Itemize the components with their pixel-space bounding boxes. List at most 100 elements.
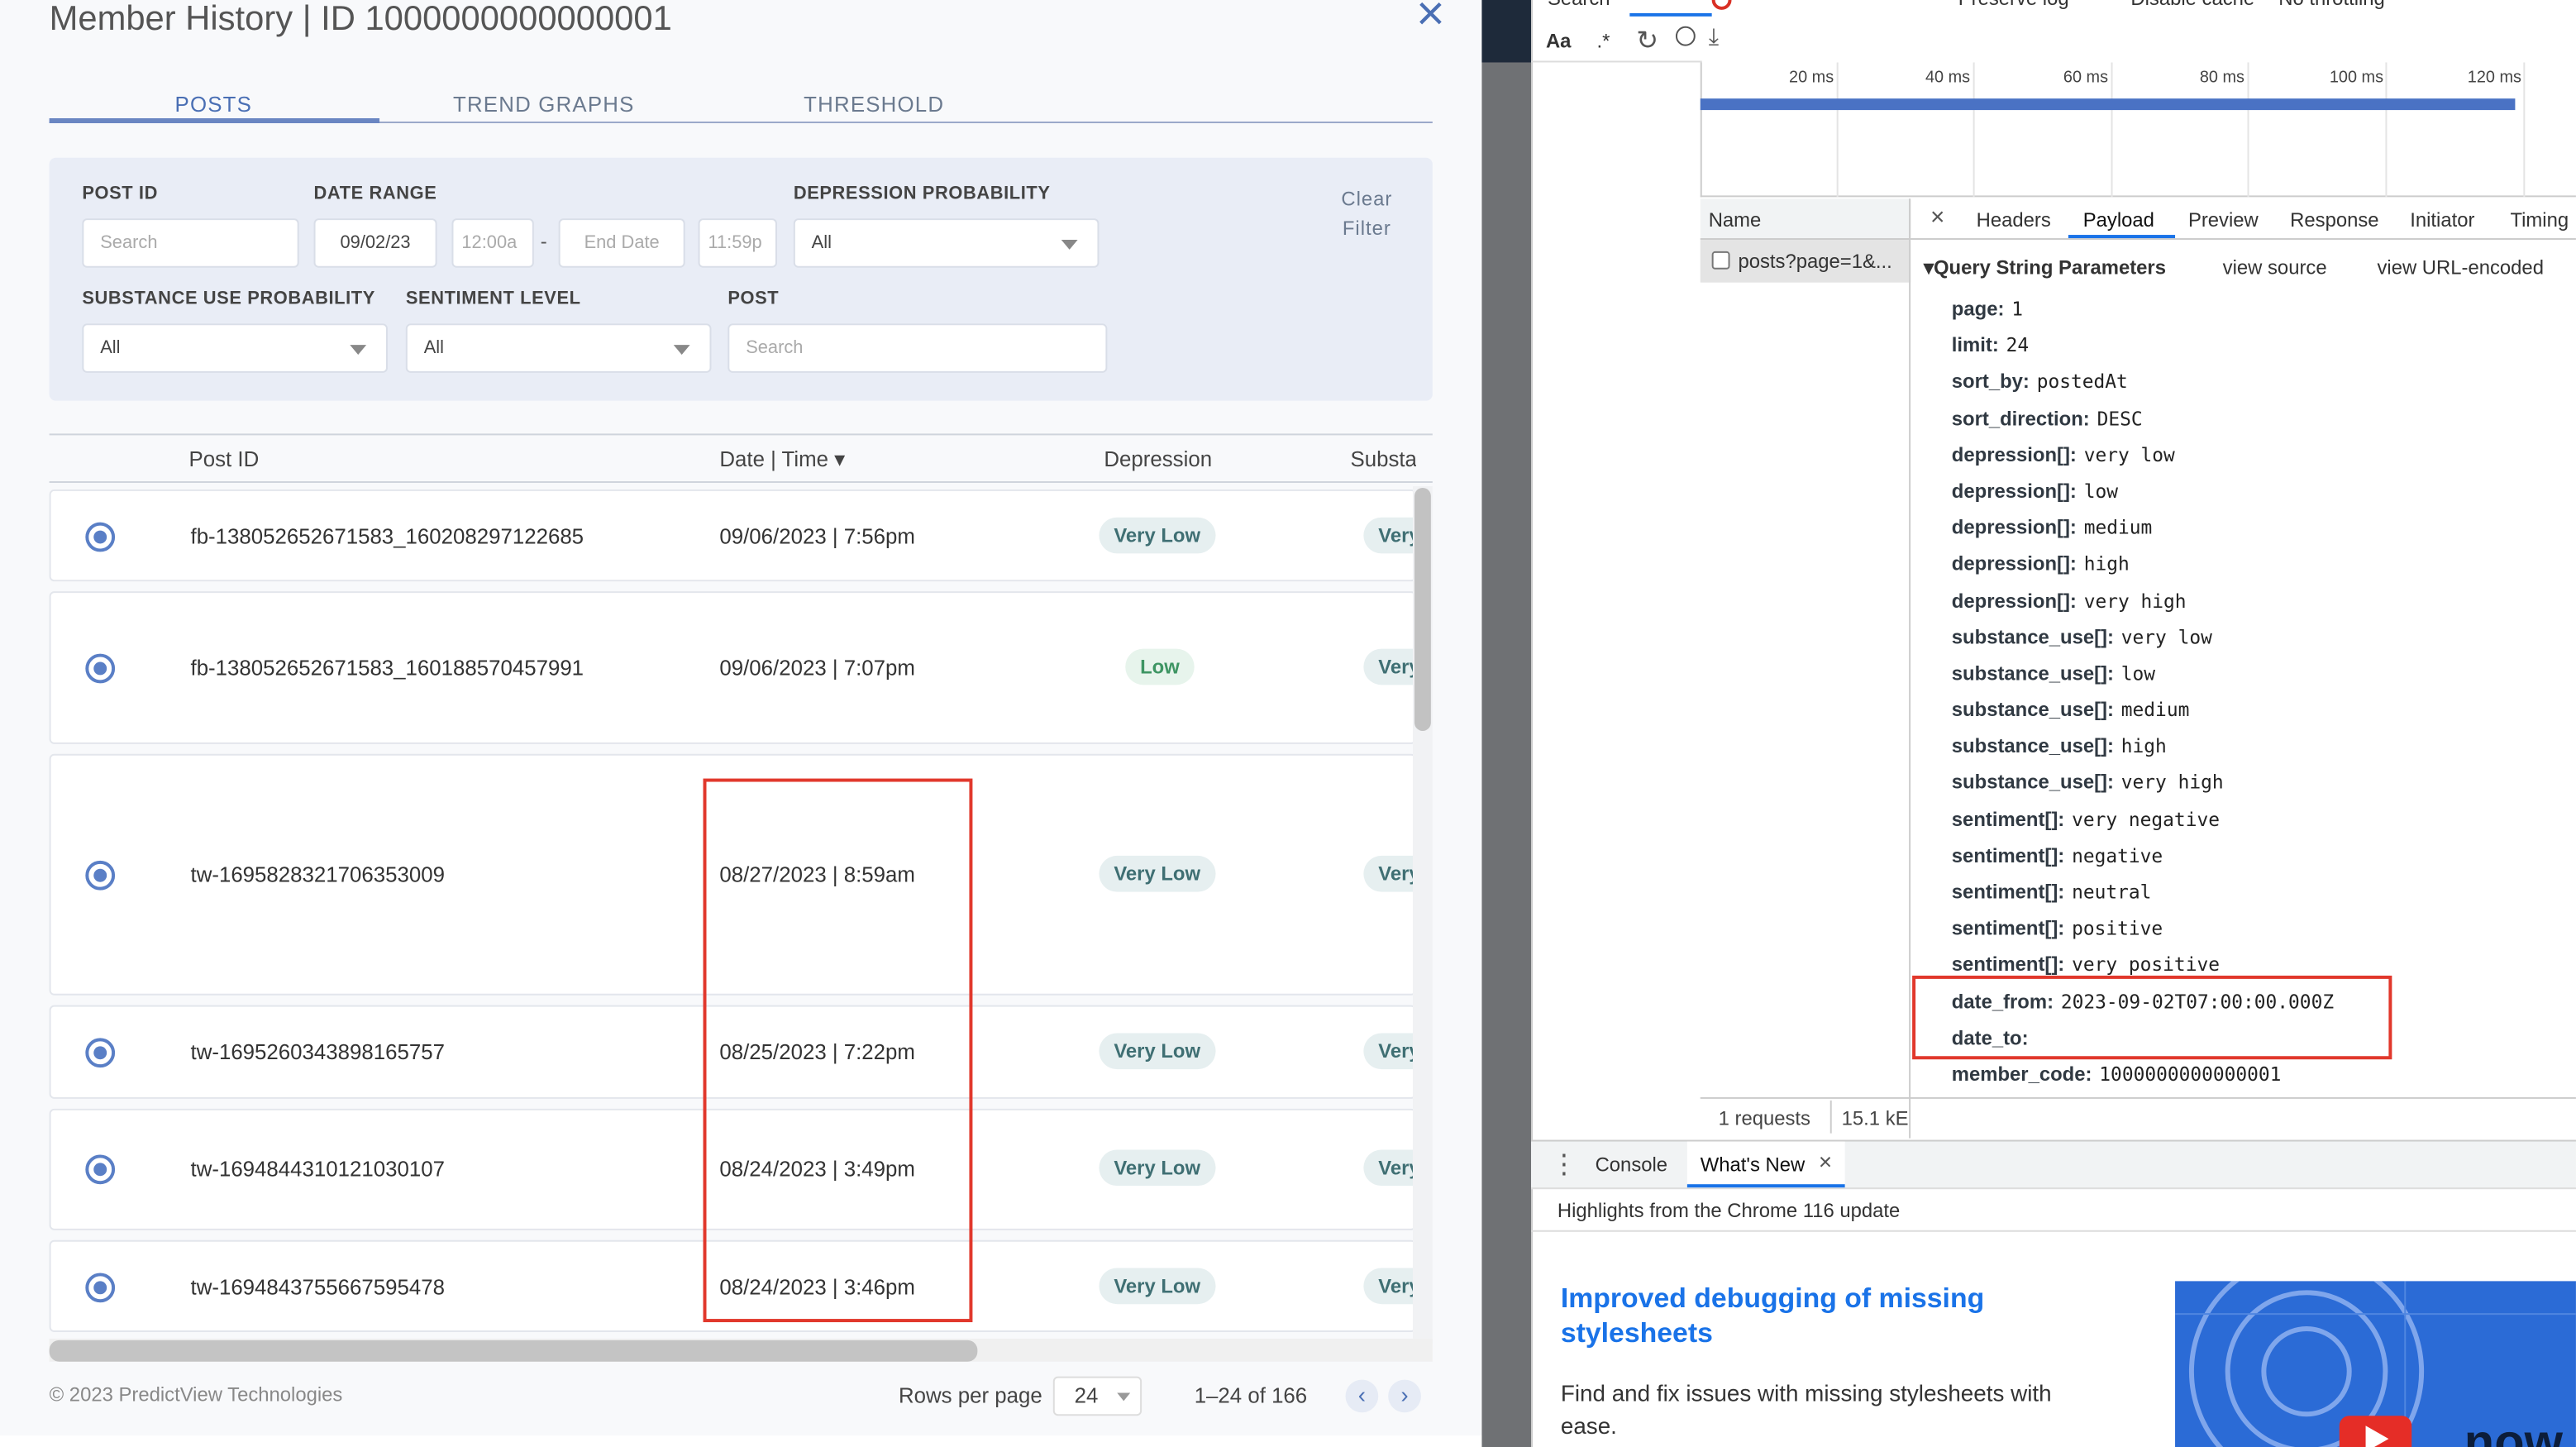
post-id-cell: fb-138052652671583_160188570457991 [190,655,584,681]
next-page-icon[interactable]: › [1388,1379,1421,1413]
param-row: sentiment[]: very negative [1952,805,2576,841]
param-key: substance_use[]: [1951,625,2114,649]
param-key: substance_use[]: [1951,698,2114,722]
throttling-select[interactable]: No throttling [2278,0,2385,10]
tab-whats-new[interactable]: What's New [1701,1153,1805,1176]
param-row: depression[]: low [1952,476,2576,513]
substance-badge: Very [1363,648,1414,685]
chevron-down-icon [350,345,367,356]
depression-probability-select[interactable]: All [793,218,1100,268]
match-case-button[interactable]: Aa [1546,30,1571,53]
timeline-gridline [1836,62,1839,198]
post-label: POST [727,289,780,309]
tab-trend-graphs[interactable]: TREND GRAPHS [379,92,708,117]
column-header-substance[interactable]: Substa [1350,447,1415,471]
param-value: very positive [2072,953,2220,977]
timeline-tick: 40 ms [1925,69,1971,88]
start-date-input[interactable]: 09/02/23 [313,218,437,268]
record-icon[interactable] [1711,0,1732,10]
vertical-scroll-thumb[interactable] [1414,487,1431,731]
column-header-post-id[interactable]: Post ID [189,447,260,471]
query-string-section-toggle[interactable]: ▾Query String Parameters [1924,256,2166,279]
param-value: medium [2120,698,2190,722]
refresh-icon[interactable]: ↻ [1636,25,1658,58]
sentiment-level-select[interactable]: All [405,323,712,373]
view-source-link[interactable]: view source [2223,256,2327,279]
end-time-input[interactable]: 11:59p [698,218,777,268]
request-checkbox[interactable] [1711,251,1730,270]
column-divider [1909,198,1911,1139]
whats-new-video-thumbnail[interactable]: now [2175,1281,2576,1447]
clear-icon[interactable] [1675,26,1696,46]
param-value: postedAt [2036,370,2128,394]
param-value: very low [2120,625,2212,649]
clear-filter-button[interactable]: Clear Filter [1334,184,1400,243]
rows-per-page-label: Rows per page [898,1383,1042,1408]
start-time-input[interactable]: 12:00a [451,218,534,268]
param-row: sentiment[]: negative [1952,841,2576,877]
row-radio[interactable] [85,522,116,552]
param-key: depression[]: [1951,442,2077,466]
post-search-input[interactable]: Search [727,323,1108,373]
row-radio[interactable] [85,1038,116,1068]
search-tab[interactable]: Search [1548,0,1610,10]
close-icon[interactable]: × [1416,0,1445,40]
param-key: sort_by: [1951,370,2030,394]
param-row: depression[]: high [1952,549,2576,585]
param-value: 1 [2011,297,2024,321]
param-row: substance_use[]: low [1952,658,2576,695]
tab-initiator[interactable]: Initiator [2410,208,2474,232]
timeline-tick: 60 ms [2063,69,2109,88]
row-radio[interactable] [85,1273,116,1303]
regex-button[interactable]: .* [1597,30,1610,53]
param-row: limit: 24 [1952,331,2576,367]
rows-per-page-select[interactable]: 24 [1052,1376,1143,1416]
tab-headers[interactable]: Headers [1977,208,2051,232]
param-value: 1000000000000001 [2099,1063,2282,1086]
param-row: substance_use[]: very low [1952,622,2576,658]
download-icon[interactable]: ⤓ [1709,23,1719,51]
substance-use-select[interactable]: All [82,323,388,373]
request-name[interactable]: posts?page=1&... [1738,250,1906,273]
row-radio[interactable] [85,1154,116,1185]
tab-threshold[interactable]: THRESHOLD [709,92,1038,117]
param-key: depression[]: [1951,479,2077,503]
disable-cache-checkbox[interactable]: Disable cache [2130,0,2254,10]
post-id-label: POST ID [82,184,158,204]
preserve-log-checkbox[interactable]: Preserve log [1958,0,2069,10]
post-id-search-input[interactable]: Search [82,218,299,268]
whats-new-title-link[interactable]: Improved debugging of missing stylesheet… [1561,1281,2054,1349]
param-row: substance_use[]: medium [1952,695,2576,731]
tab-timing[interactable]: Timing [2510,208,2569,232]
tab-console[interactable]: Console [1596,1153,1667,1176]
column-header-date-time[interactable]: Date | Time ▾ [719,447,845,473]
modal-title: Member History | ID 1000000000000001 [49,0,672,38]
row-radio[interactable] [85,653,116,684]
horizontal-scroll-thumb[interactable] [49,1340,978,1362]
prev-page-icon[interactable]: ‹ [1345,1379,1379,1413]
request-waterfall-bar [1700,98,2516,111]
date-separator: - [540,230,547,253]
date-time-cell: 09/06/2023 | 7:56pm [719,523,915,549]
param-value: 24 [2006,333,2030,357]
tab-payload[interactable]: Payload [2083,208,2154,232]
tab-posts[interactable]: POSTS [50,92,378,117]
timeline-tick: 20 ms [1789,69,1834,88]
close-icon[interactable]: × [1819,1148,1832,1174]
end-date-input[interactable]: End Date [558,218,685,268]
param-key: sentiment[]: [1951,880,2065,904]
view-url-encoded-link[interactable]: view URL-encoded [2377,256,2543,279]
tab-preview[interactable]: Preview [2188,208,2259,232]
more-menu-icon[interactable]: ⋮ [1551,1148,1577,1181]
table-row[interactable]: fb-138052652671583_160188570457991 09/06… [49,591,1416,744]
close-icon[interactable]: × [1930,203,1944,232]
param-value: high [2120,734,2167,758]
row-radio[interactable] [85,860,116,891]
param-value: very low [2083,442,2175,466]
tab-response[interactable]: Response [2290,208,2378,232]
column-header-depression[interactable]: Depression [1104,447,1212,471]
timeline-gridline [2111,62,2113,198]
table-row[interactable]: fb-138052652671583_160208297122685 09/06… [49,489,1416,582]
transfer-size: 15.1 kE [1841,1106,1909,1130]
param-key: substance_use[]: [1951,771,2114,795]
